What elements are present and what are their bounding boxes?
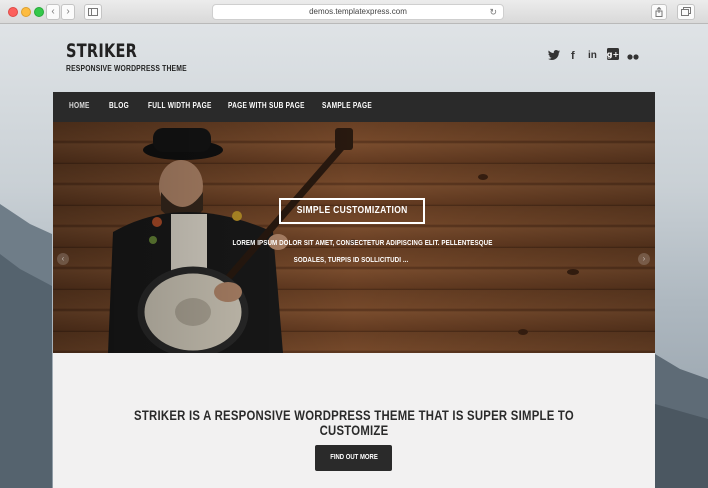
nav-item-blog[interactable]: BLOG	[109, 101, 129, 110]
webpage: STRIKER RESPONSIVE WORDPRESS THEME f in …	[0, 24, 708, 488]
nav-item-home[interactable]: HOME	[69, 101, 90, 110]
chevron-right-icon: ›	[66, 6, 70, 17]
flickr-icon[interactable]	[627, 51, 639, 63]
back-button[interactable]: ‹	[46, 4, 60, 20]
nav-item-page-with-sub-page[interactable]: PAGE WITH SUB PAGE	[228, 101, 305, 110]
sidebar-icon	[88, 8, 98, 16]
tabs-overview-button[interactable]	[677, 4, 695, 20]
twitter-icon[interactable]	[548, 50, 560, 63]
share-button[interactable]	[651, 4, 667, 20]
url-text: demos.templatexpress.com	[309, 7, 407, 16]
address-bar[interactable]: demos.templatexpress.com ↻	[212, 4, 504, 20]
browser-toolbar: ‹ › demos.templatexpress.com ↻	[0, 0, 708, 24]
share-icon	[655, 6, 663, 17]
chevron-right-icon: ›	[642, 254, 646, 263]
chevron-left-icon: ‹	[61, 254, 65, 263]
tabs-icon	[681, 7, 691, 16]
facebook-icon[interactable]: f	[571, 50, 575, 62]
find-out-more-button[interactable]: FIND OUT MORE	[315, 445, 392, 471]
forward-button[interactable]: ›	[61, 4, 75, 20]
simple-customization-button[interactable]: SIMPLE CUSTOMIZATION	[279, 198, 425, 224]
googleplus-icon[interactable]: g+	[607, 48, 619, 63]
linkedin-icon[interactable]: in	[588, 50, 597, 61]
cta-section: STRIKER IS A RESPONSIVE WORDPRESS THEME …	[53, 353, 655, 488]
minimize-window-button[interactable]	[21, 7, 31, 17]
site-title[interactable]: STRIKER	[66, 40, 137, 62]
svg-text:g+: g+	[607, 50, 619, 59]
zoom-window-button[interactable]	[34, 7, 44, 17]
nav-item-full-width-page[interactable]: FULL WIDTH PAGE	[148, 101, 212, 110]
site-tagline: RESPONSIVE WORDPRESS THEME	[66, 64, 187, 73]
nav-item-sample-page[interactable]: SAMPLE PAGE	[322, 101, 372, 110]
slider-prev-arrow[interactable]: ‹	[57, 253, 69, 265]
slide-caption: LOREM IPSUM DOLOR SIT AMET, CONSECTETUR …	[210, 234, 493, 268]
slide-caption-line2: SODALES, TURPIS ID SOLLICITUDI ...	[293, 255, 409, 264]
close-window-button[interactable]	[8, 7, 18, 17]
slider-next-arrow[interactable]: ›	[638, 253, 650, 265]
chevron-left-icon: ‹	[51, 6, 55, 17]
reload-icon[interactable]: ↻	[489, 5, 497, 19]
cta-heading: STRIKER IS A RESPONSIVE WORDPRESS THEME …	[134, 408, 574, 438]
main-navigation: HOME BLOG FULL WIDTH PAGE PAGE WITH SUB …	[53, 92, 655, 122]
sidebar-toggle-button[interactable]	[84, 4, 102, 20]
slide-caption-line1: LOREM IPSUM DOLOR SIT AMET, CONSECTETUR …	[232, 238, 493, 247]
